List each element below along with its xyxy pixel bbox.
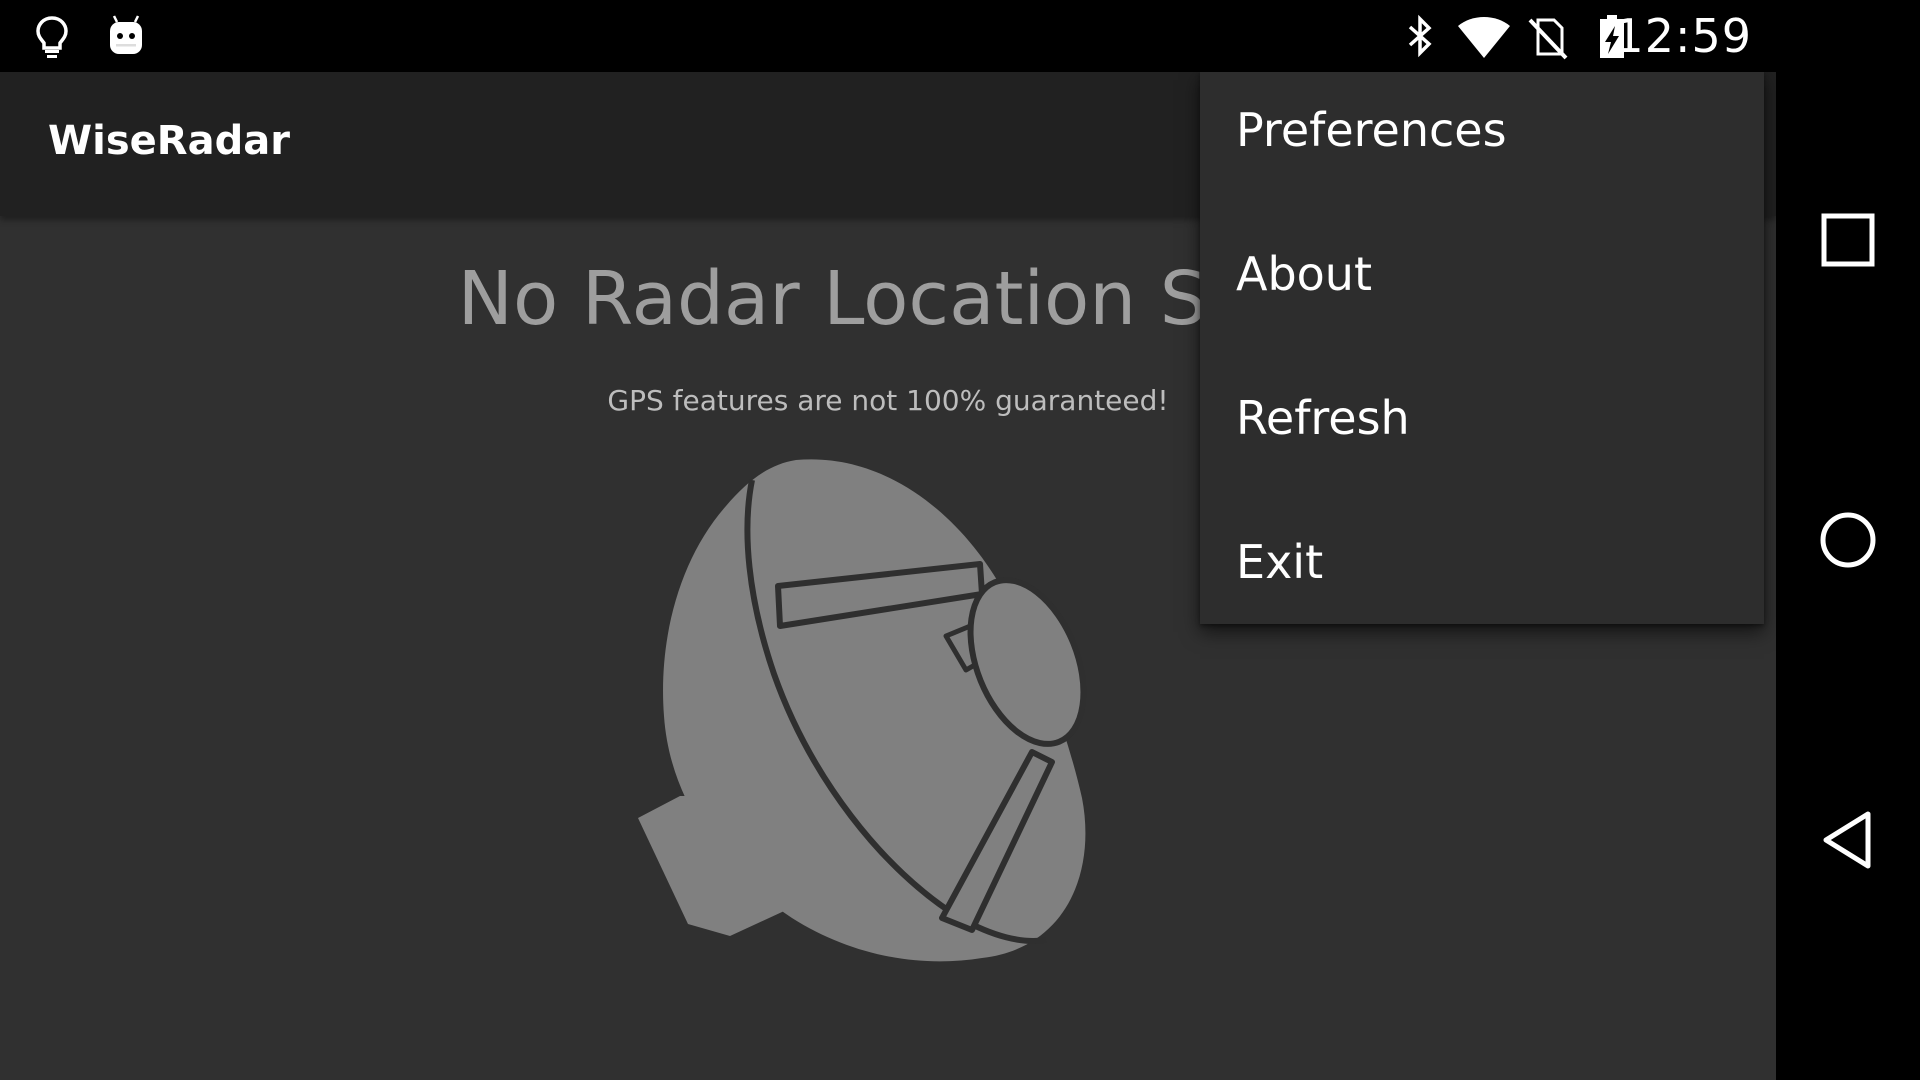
menu-item-refresh[interactable]: Refresh [1200,360,1764,504]
radar-dish-icon [620,446,1160,986]
menu-item-exit[interactable]: Exit [1200,504,1764,648]
overflow-menu: Preferences About Refresh Exit [1200,72,1764,624]
device-screen: 12:59 WiseRadar No Radar Location Sele G… [0,0,1920,1080]
status-clock: 12:59 [1614,9,1752,63]
no-sim-icon [1524,12,1572,60]
back-icon[interactable] [1812,804,1884,876]
bulb-icon [28,12,76,60]
navigation-bar [1776,0,1920,1080]
status-bar: 12:59 [0,0,1776,72]
android-icon [102,12,150,60]
home-icon[interactable] [1812,504,1884,576]
menu-item-preferences[interactable]: Preferences [1200,72,1764,216]
app-title: WiseRadar [48,118,290,164]
recents-icon[interactable] [1812,204,1884,276]
bluetooth-icon [1396,12,1444,60]
menu-item-about[interactable]: About [1200,216,1764,360]
wifi-icon [1456,12,1512,60]
